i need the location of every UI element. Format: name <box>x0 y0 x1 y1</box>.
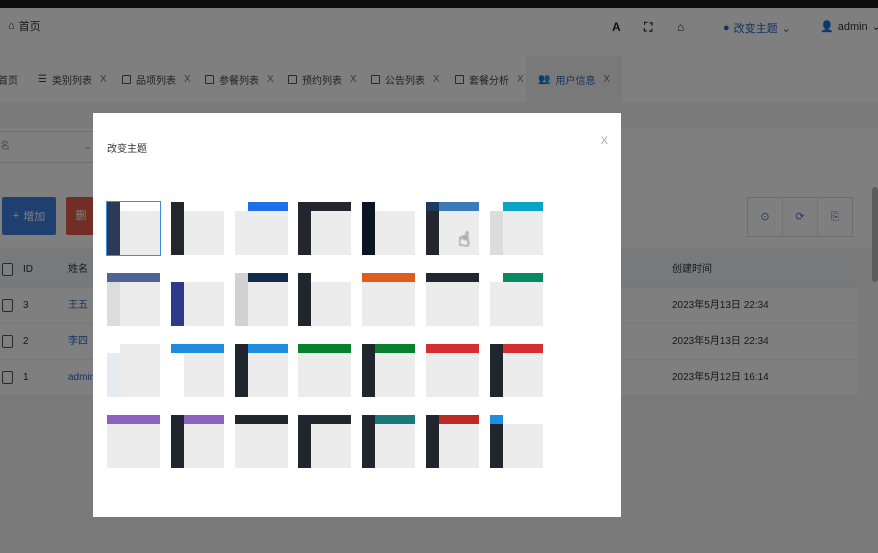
theme-swatch[interactable] <box>171 202 224 255</box>
theme-swatch[interactable] <box>490 415 543 468</box>
theme-swatch[interactable] <box>106 201 161 256</box>
swatch-logo <box>362 415 375 424</box>
swatch-logo <box>235 415 248 424</box>
theme-swatch[interactable] <box>171 273 224 326</box>
swatch-logo <box>426 202 439 211</box>
swatch-logo <box>362 273 375 282</box>
theme-swatch[interactable] <box>362 273 415 326</box>
theme-swatch[interactable] <box>171 415 224 468</box>
swatch-logo <box>171 415 184 424</box>
theme-swatch[interactable] <box>426 273 479 326</box>
theme-dialog: 改变主题 X <box>93 113 621 517</box>
swatch-logo <box>235 202 248 211</box>
theme-swatch[interactable] <box>235 202 288 255</box>
theme-swatch[interactable] <box>107 273 160 326</box>
theme-swatch[interactable] <box>298 273 351 326</box>
theme-swatch[interactable] <box>235 273 288 326</box>
hand-cursor-icon: ☝ <box>458 229 471 251</box>
swatch-logo <box>490 344 503 353</box>
theme-swatch[interactable] <box>107 344 160 397</box>
swatch-logo <box>490 415 503 424</box>
theme-swatch[interactable] <box>362 202 415 255</box>
theme-swatch[interactable] <box>426 202 479 255</box>
swatch-logo <box>362 202 375 211</box>
theme-swatch[interactable] <box>362 415 415 468</box>
theme-swatch[interactable] <box>298 202 351 255</box>
theme-swatch[interactable] <box>490 344 543 397</box>
theme-swatch[interactable] <box>298 344 351 397</box>
theme-swatch[interactable] <box>171 344 224 397</box>
theme-swatch[interactable] <box>298 415 351 468</box>
theme-swatch[interactable] <box>426 415 479 468</box>
window-top-bar <box>0 0 878 8</box>
theme-swatch[interactable] <box>490 202 543 255</box>
swatch-logo <box>490 273 503 282</box>
theme-swatch[interactable] <box>362 344 415 397</box>
swatch-logo <box>235 344 248 353</box>
swatch-logo <box>171 273 184 282</box>
theme-swatch[interactable] <box>235 415 288 468</box>
dialog-title: 改变主题 <box>107 144 147 155</box>
theme-swatch[interactable] <box>490 273 543 326</box>
swatch-logo <box>298 415 311 424</box>
swatch-logo <box>235 273 248 282</box>
swatch-logo <box>298 273 311 282</box>
swatch-logo <box>107 415 120 424</box>
theme-swatch[interactable] <box>107 415 160 468</box>
theme-swatch[interactable] <box>426 344 479 397</box>
swatch-logo <box>426 415 439 424</box>
swatch-logo <box>426 273 439 282</box>
swatch-logo <box>107 273 120 282</box>
swatch-logo <box>490 202 503 211</box>
swatch-logo <box>171 202 184 211</box>
swatch-logo <box>298 344 311 353</box>
swatch-logo <box>107 202 120 211</box>
swatch-logo <box>426 344 439 353</box>
theme-swatch[interactable] <box>235 344 288 397</box>
swatch-logo <box>171 344 184 353</box>
close-icon[interactable]: X <box>601 135 608 147</box>
swatch-logo <box>362 344 375 353</box>
swatch-logo <box>107 344 120 353</box>
swatch-logo <box>298 202 311 211</box>
